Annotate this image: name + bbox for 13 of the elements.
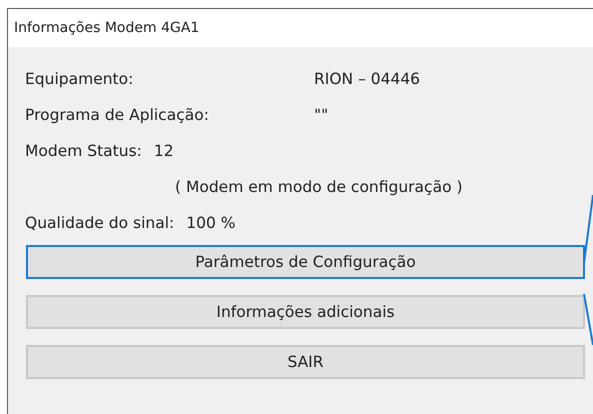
status-note: ( Modem em modo de configuração ) [175, 178, 463, 196]
action-button[interactable]: Parâmetros de Configuração [26, 245, 585, 279]
field-value: RION – 04446 [314, 70, 420, 88]
field-label: Modem Status: [25, 142, 142, 160]
field-value: "" [314, 106, 328, 124]
action-button[interactable]: Informações adicionais [26, 295, 585, 329]
window-title: Informações Modem 4GA1 [14, 20, 200, 36]
field-label: Qualidade do sinal: [25, 214, 174, 232]
action-button[interactable]: SAIR [26, 345, 585, 379]
field-label: Programa de Aplicação: [25, 106, 210, 124]
field-value: 12 [154, 142, 174, 160]
field-value: 100 % [186, 214, 236, 232]
field-label: Equipamento: [25, 70, 134, 88]
